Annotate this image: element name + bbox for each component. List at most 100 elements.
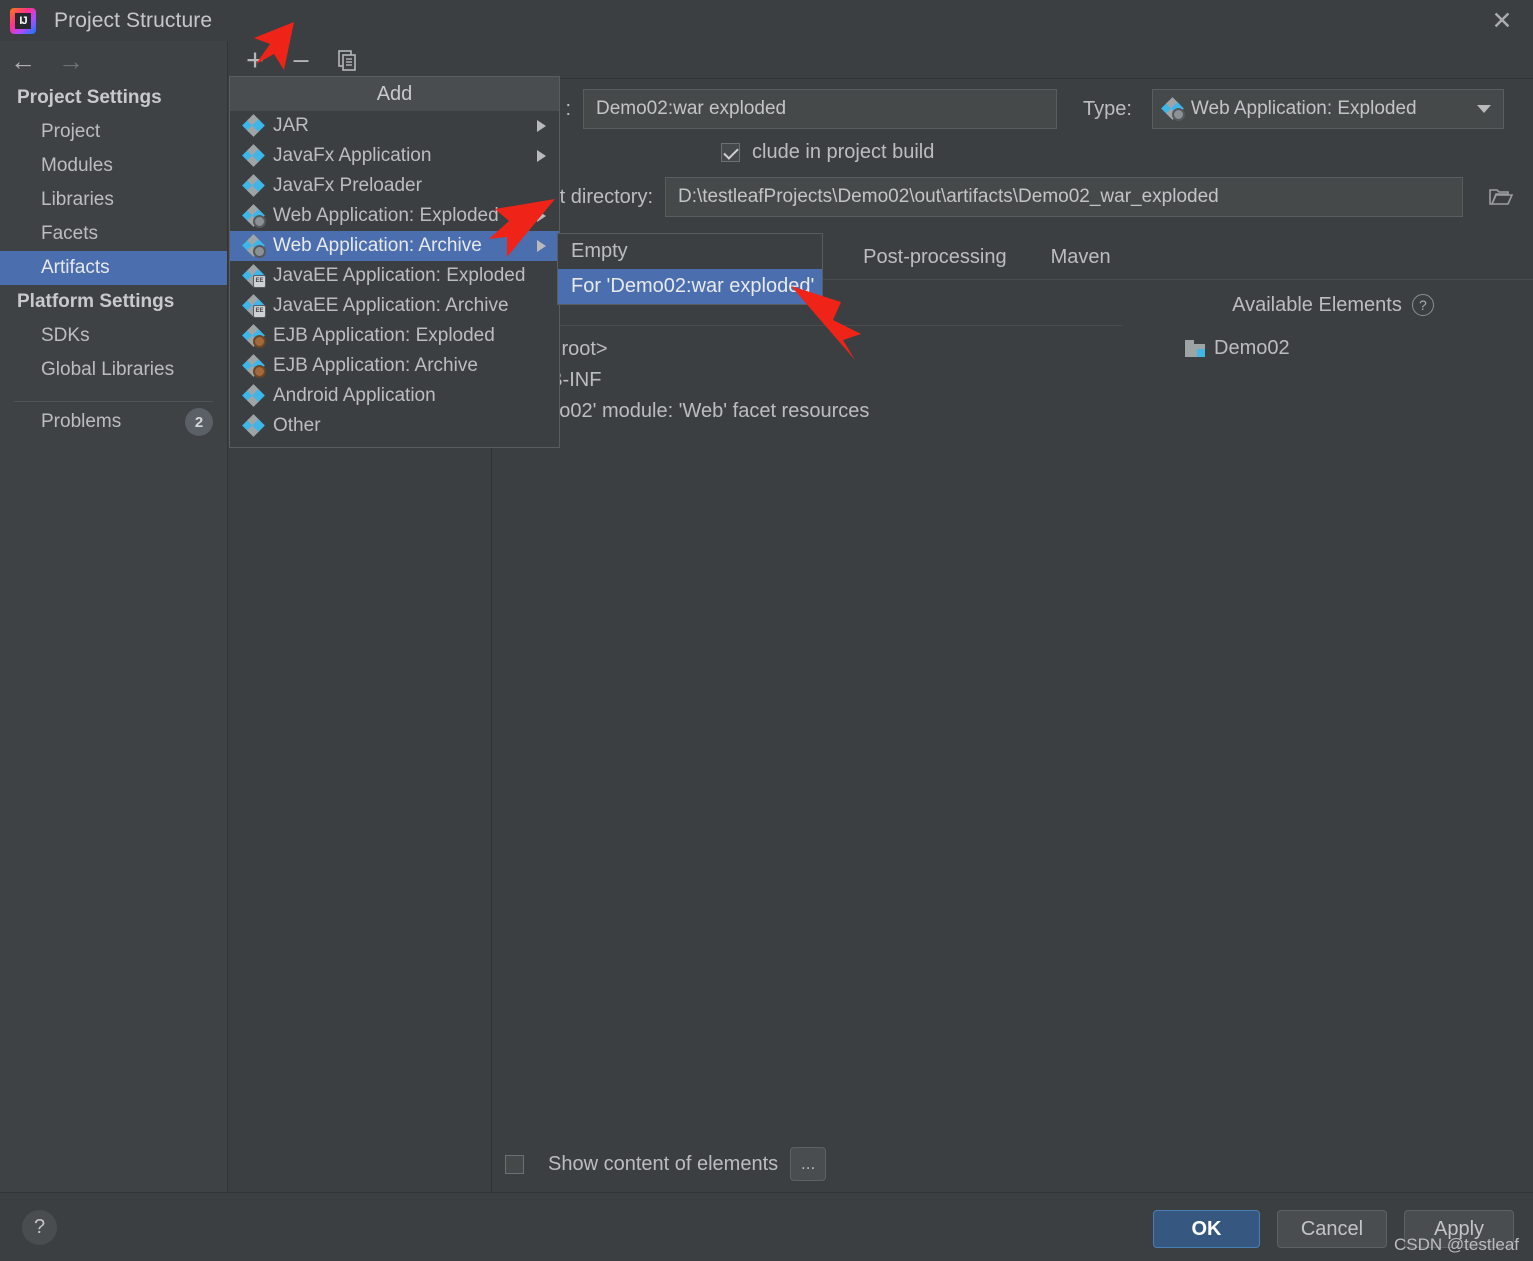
add-menu-title: Add [230,77,559,111]
arrow-right-icon[interactable]: → [58,48,84,74]
include-in-project-build-checkbox[interactable] [721,142,740,162]
chevron-right-icon [537,150,546,162]
menu-item-ejb-application-archive[interactable]: EJB Application: Archive [230,351,559,381]
menu-item-label: Web Application: Archive [273,235,482,256]
artifact-name-input[interactable] [583,89,1057,129]
module-folder-icon [1185,340,1205,357]
web-application-archive-icon [242,234,266,258]
tab-maven[interactable]: Maven [1029,246,1133,269]
tab-post-processing[interactable]: Post-processing [841,246,1028,269]
show-content-of-elements-label: Show content of elements [548,1152,779,1175]
menu-item-label: JavaFx Preloader [273,175,422,196]
more-options-button[interactable]: ... [790,1147,827,1181]
artifact-name-row: : Type: Web Application: Exploded [493,87,1533,131]
sidebar-group-project-settings: Project Settings [17,87,162,108]
javaee-application-exploded-icon: EE [242,264,266,288]
artifact-type-select[interactable]: Web Application: Exploded [1151,89,1504,129]
window-title: Project Structure [54,8,213,32]
menu-item-label: JavaFx Application [273,145,432,166]
chevron-right-icon [537,120,546,132]
menu-item-javaee-application-exploded[interactable]: EE JavaEE Application: Exploded [230,261,559,291]
other-artifact-icon [242,414,265,437]
sidebar-item-facets[interactable]: Facets [0,217,227,251]
output-layout-tree[interactable]: ıtput root> WEB-INF Demo02' module: 'Web… [493,325,1123,427]
artifact-type-value: Web Application: Exploded [1190,98,1417,119]
sidebar-item-libraries[interactable]: Libraries [0,183,227,217]
menu-item-label: Other [273,415,321,436]
cancel-button[interactable]: Cancel [1277,1210,1387,1248]
plus-icon[interactable] [241,46,269,74]
tree-row[interactable]: Demo02' module: 'Web' facet resources [493,396,1123,427]
menu-item-label: JavaEE Application: Exploded [273,265,526,286]
sidebar-item-problems-label: Problems [41,411,122,432]
menu-item-label: JAR [273,115,309,136]
artifacts-toolbar [229,41,1533,78]
menu-item-label: EJB Application: Archive [273,355,478,376]
minus-icon[interactable] [287,46,315,74]
available-elements-pane: Available Elements ? Demo02 [1133,287,1533,1177]
menu-item-label: Web Application: Exploded [273,205,499,226]
chevron-right-icon [537,210,546,222]
watermark-text: CSDN @testleaf [1394,1235,1519,1254]
intellij-logo-icon: IJ [10,7,36,34]
problems-count-badge: 2 [185,408,213,436]
ok-button[interactable]: OK [1153,1210,1260,1248]
sidebar-item-problems[interactable]: Problems 2 [0,402,227,442]
menu-item-ejb-application-exploded[interactable]: EJB Application: Exploded [230,321,559,351]
output-layout-pane: ıtput root> WEB-INF Demo02' module: 'Web… [493,287,1123,1177]
web-application-exploded-icon [242,204,266,228]
web-application-icon [1161,97,1185,121]
sidebar-item-artifacts[interactable]: Artifacts [0,251,227,285]
sidebar-item-sdks[interactable]: SDKs [0,319,227,353]
tree-row[interactable]: WEB-INF [493,365,1123,396]
sidebar-item-modules[interactable]: Modules [0,149,227,183]
list-item-label: Demo02 [1214,337,1290,359]
close-icon[interactable]: ✕ [1485,6,1519,36]
web-application-archive-submenu: Empty For 'Demo02:war exploded' [557,233,823,305]
menu-item-label: EJB Application: Exploded [273,325,495,346]
sidebar-group-platform-settings: Platform Settings [17,291,175,312]
javafx-application-icon [242,144,265,167]
javafx-preloader-icon [242,174,265,197]
menu-item-label: JavaEE Application: Archive [273,295,509,316]
help-button[interactable]: ? [22,1210,57,1245]
sidebar-item-project[interactable]: Project [0,115,227,149]
nav-history-controls: ← → [0,41,227,81]
submenu-item-empty[interactable]: Empty [558,234,822,269]
available-elements-header: Available Elements ? [1133,287,1533,323]
list-item[interactable]: Demo02 [1133,333,1533,364]
title-bar: IJ Project Structure ✕ [0,0,1533,41]
include-in-project-build-label: clude in project build [752,140,935,163]
available-elements-header-label: Available Elements [1232,293,1402,316]
artifact-type-label: Type: [1083,97,1132,120]
ejb-application-archive-icon [242,354,266,378]
menu-item-web-application-exploded[interactable]: Web Application: Exploded [230,201,559,231]
folder-open-icon[interactable] [1488,184,1514,210]
menu-item-label: Android Application [273,385,436,406]
menu-item-jar[interactable]: JAR [230,111,559,141]
menu-item-other[interactable]: Other [230,411,559,441]
question-mark-icon[interactable]: ? [1411,294,1434,316]
menu-item-javafx-application[interactable]: JavaFx Application [230,141,559,171]
menu-item-android-application[interactable]: Android Application [230,381,559,411]
logo-text: IJ [19,14,27,27]
tree-row[interactable]: ıtput root> [493,334,1123,365]
copy-icon[interactable] [333,46,361,74]
menu-item-javafx-preloader[interactable]: JavaFx Preloader [230,171,559,201]
dialog-footer: ? OK Cancel Apply CSDN @testleaf [0,1192,1533,1261]
output-directory-row: ıt directory: [493,175,1533,219]
arrow-left-icon[interactable]: ← [10,48,36,74]
chevron-right-icon [537,240,546,252]
submenu-item-for-demo02-war-exploded[interactable]: For 'Demo02:war exploded' [558,269,822,304]
ejb-application-exploded-icon [242,324,266,348]
show-content-of-elements-checkbox[interactable] [505,1154,524,1174]
javaee-application-archive-icon: EE [242,294,266,318]
menu-item-javaee-application-archive[interactable]: EE JavaEE Application: Archive [230,291,559,321]
output-directory-input[interactable] [665,177,1463,217]
available-elements-tree[interactable]: Demo02 [1133,325,1533,364]
menu-item-web-application-archive[interactable]: Web Application: Archive [230,231,559,261]
sidebar-item-global-libraries[interactable]: Global Libraries [0,353,227,387]
android-application-icon [242,384,265,407]
project-structure-dialog: IJ Project Structure ✕ ← → Project Setti… [0,0,1533,1261]
jar-artifact-icon [242,114,265,137]
